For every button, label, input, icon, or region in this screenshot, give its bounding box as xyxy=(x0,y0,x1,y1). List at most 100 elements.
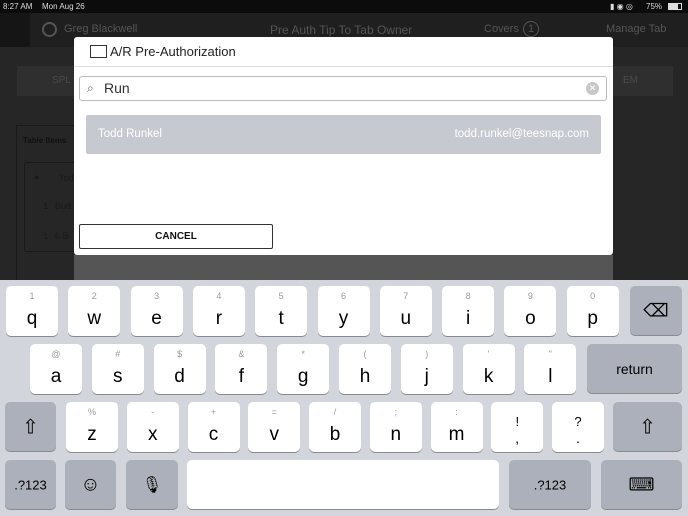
item-qty: 1 xyxy=(43,201,49,211)
key-b[interactable]: / b xyxy=(309,402,361,452)
search-input[interactable]: ⌕ Run ✕ xyxy=(79,76,607,101)
key-hint: * xyxy=(301,349,305,359)
key-z[interactable]: % z xyxy=(66,402,118,452)
key-r[interactable]: 4r xyxy=(192,286,245,336)
emoji-icon: ☺ xyxy=(80,473,101,495)
key-label: e xyxy=(151,308,162,329)
key-x[interactable]: -x xyxy=(126,402,179,452)
key-label: w xyxy=(87,308,102,329)
key-hint: 7 xyxy=(403,291,409,301)
key-label: y xyxy=(338,308,349,329)
covers-label[interactable]: Covers xyxy=(484,23,519,35)
menu-icon[interactable] xyxy=(0,13,30,47)
ar-preauth-dialog: A/R Pre-Authorization ⌕ Run ✕ Todd Runke… xyxy=(74,37,613,255)
key-label: h xyxy=(359,366,371,387)
space-bar[interactable] xyxy=(187,460,499,509)
key-label: f xyxy=(238,366,245,387)
hide-keyboard-icon[interactable]: ⌨ xyxy=(601,460,682,509)
numbers-key-left[interactable]: .?123 xyxy=(5,460,56,509)
microphone-icon: 🎙︎ xyxy=(141,476,163,494)
key-hint: $ xyxy=(177,349,183,359)
shift-left-icon: ⇧ xyxy=(22,416,39,438)
key-label: x xyxy=(148,424,158,445)
key-.[interactable]: ?. xyxy=(552,402,604,452)
key-label: c xyxy=(208,424,219,445)
key-h[interactable]: (h xyxy=(339,344,391,394)
key-hint: ; xyxy=(394,407,397,417)
key-label: k xyxy=(483,366,494,387)
return-key-label: return xyxy=(616,360,653,377)
key-label: u xyxy=(400,308,412,329)
key-n[interactable]: ; n xyxy=(369,402,422,452)
key-hint: # xyxy=(115,349,121,359)
user-name[interactable]: Greg Blackwell xyxy=(64,23,137,35)
backspace-icon: ⌫ xyxy=(643,300,669,320)
key-k[interactable]: ' k xyxy=(462,344,515,394)
key-,[interactable]: !, xyxy=(491,402,544,452)
key-hint: 6 xyxy=(340,291,346,301)
status-bar: 8:27 AM Mon Aug 26 ▮ ◉ ◎ 75% xyxy=(0,0,688,13)
signal-wifi-icon: ▮ ◉ ◎ xyxy=(610,2,633,11)
backspace-icon[interactable]: ⌫ xyxy=(630,286,682,335)
key-q[interactable]: 1q xyxy=(6,286,58,336)
key-hint: & xyxy=(238,349,245,359)
key-label: s xyxy=(113,366,123,387)
shift-left-icon[interactable]: ⇧ xyxy=(5,402,56,451)
numbers-key-right-label: .?123 xyxy=(533,477,567,492)
key-hint: @ xyxy=(51,349,61,359)
person-icon: ● xyxy=(34,172,40,182)
return-key[interactable]: return xyxy=(587,344,682,393)
numbers-key-right[interactable]: .?123 xyxy=(509,460,591,509)
key-label: , xyxy=(515,430,520,446)
key-hint: 3 xyxy=(154,291,160,301)
numbers-key-left-label: .?123 xyxy=(14,477,47,492)
key-hint: 0 xyxy=(590,291,596,301)
modal-shadow-strip xyxy=(74,255,613,280)
key-g[interactable]: * g xyxy=(277,344,330,394)
key-s[interactable]: # s xyxy=(91,344,144,394)
list-item: 6 B xyxy=(55,231,69,241)
key-hint: ! xyxy=(515,414,520,429)
ledger-icon xyxy=(90,45,107,58)
item-qty: 1 xyxy=(43,231,49,241)
key-v[interactable]: = v xyxy=(248,402,301,452)
result-email: todd.runkel@teesnap.com xyxy=(454,128,589,140)
key-i[interactable]: 8i xyxy=(442,286,495,336)
search-icon: ⌕ xyxy=(87,81,94,95)
key-w[interactable]: 2w xyxy=(68,286,121,336)
key-l[interactable]: " l xyxy=(524,344,577,394)
key-o[interactable]: 9o xyxy=(504,286,557,336)
key-c[interactable]: + c xyxy=(187,402,240,452)
key-y[interactable]: 6y xyxy=(317,286,370,336)
key-label: l xyxy=(548,366,553,387)
key-label: z xyxy=(87,424,97,445)
key-p[interactable]: 0p xyxy=(566,286,619,336)
cancel-button[interactable]: CANCEL xyxy=(79,224,273,249)
key-label: g xyxy=(297,366,309,387)
search-result-row[interactable]: Todd Runkel todd.runkel@teesnap.com xyxy=(86,115,601,154)
clear-search-icon[interactable]: ✕ xyxy=(586,82,599,95)
key-a[interactable]: @ a xyxy=(30,344,82,394)
microphone-icon[interactable]: 🎙︎ xyxy=(126,460,178,509)
manage-tab-button[interactable]: Manage Tab xyxy=(606,23,666,35)
emoji-icon[interactable]: ☺ xyxy=(65,460,116,509)
key-hint: ' xyxy=(487,349,490,359)
dialog-title: A/R Pre-Authorization xyxy=(110,44,236,59)
key-f[interactable]: & f xyxy=(215,344,268,394)
key-e[interactable]: 3e xyxy=(130,286,183,336)
key-hint: 1 xyxy=(29,291,35,301)
key-label: b xyxy=(329,424,341,445)
key-label: i xyxy=(465,308,471,329)
key-hint: " xyxy=(548,349,552,359)
status-date: Mon Aug 26 xyxy=(42,2,85,11)
key-t[interactable]: 5t xyxy=(255,286,308,336)
key-label: m xyxy=(448,424,465,445)
covers-count: 1 xyxy=(523,21,539,37)
key-hint: ) xyxy=(425,349,429,359)
key-d[interactable]: $ d xyxy=(153,344,206,394)
shift-right-icon[interactable]: ⇧ xyxy=(613,402,682,451)
key-label: q xyxy=(26,308,38,329)
key-j[interactable]: ) j xyxy=(400,344,453,394)
key-u[interactable]: 7u xyxy=(379,286,432,336)
key-m[interactable]: :m xyxy=(430,402,483,452)
